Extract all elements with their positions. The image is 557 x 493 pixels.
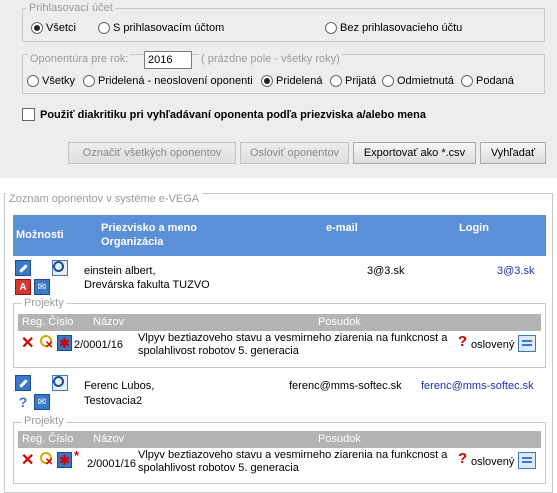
export-csv-button[interactable]: Exportovať ako *.csv bbox=[353, 142, 476, 164]
radio-status-not-contacted[interactable]: Pridelená - neoslovení oponenti bbox=[83, 75, 253, 87]
required-marker: * bbox=[74, 448, 80, 463]
radio-circle[interactable] bbox=[98, 22, 110, 34]
diacritics-checkbox[interactable] bbox=[22, 108, 35, 121]
review-icon[interactable] bbox=[518, 452, 536, 469]
radio-status-accepted[interactable]: Prijatá bbox=[330, 75, 376, 87]
radio-status-declined[interactable]: Odmietnutá bbox=[382, 75, 454, 87]
diacritics-option[interactable]: Použiť diakritiku pri vyhľadávaní oponen… bbox=[22, 108, 426, 121]
search-icon[interactable] bbox=[52, 375, 68, 391]
list-header: Možnosti Priezvisko a meno Organizácia e… bbox=[13, 215, 546, 256]
radio-circle[interactable] bbox=[83, 75, 95, 87]
radio-circle[interactable] bbox=[325, 22, 337, 34]
radio-circle[interactable] bbox=[461, 75, 473, 87]
project-status: oslovený bbox=[471, 456, 515, 468]
radio-label: Všetci bbox=[46, 22, 76, 34]
col-title: Názov bbox=[93, 433, 125, 445]
search-icon[interactable] bbox=[52, 260, 68, 276]
key-icon[interactable] bbox=[40, 452, 54, 468]
radio-circle[interactable] bbox=[27, 75, 39, 87]
col-name: Priezvisko a meno bbox=[101, 222, 197, 234]
radio-label: Podaná bbox=[476, 75, 514, 87]
filter-panel: Prihlasovací účet Všetci S prihlasovacím… bbox=[0, 0, 557, 178]
project-title-line2: spolahlivost robotov 5. generacia bbox=[138, 345, 299, 357]
delete-icon[interactable]: ✕ bbox=[21, 453, 34, 469]
project-title-line2: spolahlivost robotov 5. generacia bbox=[138, 462, 299, 474]
star-icon[interactable]: ✱ bbox=[57, 335, 72, 351]
diacritics-label: Použiť diakritiku pri vyhľadávaní oponen… bbox=[40, 108, 427, 121]
opponent-org: Drevárska fakulta TUZVO bbox=[84, 279, 210, 291]
radio-label: Pridelená - neoslovení oponenti bbox=[98, 75, 253, 87]
projects-header: Reg. Číslo Názov Posudok bbox=[18, 314, 541, 331]
col-reg: Reg. Číslo bbox=[22, 316, 74, 328]
col-review: Posudok bbox=[318, 433, 361, 445]
radio-status-assigned[interactable]: Pridelená bbox=[261, 75, 322, 87]
radio-circle[interactable] bbox=[261, 75, 273, 87]
review-icon[interactable] bbox=[518, 335, 536, 352]
radio-status-all[interactable]: Všetky bbox=[27, 75, 75, 87]
delete-icon[interactable]: ✕ bbox=[21, 336, 34, 352]
assign-icon[interactable]: A bbox=[15, 279, 31, 295]
search-button[interactable]: Vyhľadať bbox=[480, 142, 546, 164]
radio-label: Bez prihlasovacieho účtu bbox=[340, 22, 463, 34]
project-title-line1: Vlpyv beztiazoveho stavu a vesmirneho zi… bbox=[138, 449, 448, 461]
mail-icon[interactable]: ✉ bbox=[34, 394, 50, 410]
projects-header: Reg. Číslo Názov Posudok bbox=[18, 431, 541, 448]
col-title: Názov bbox=[93, 316, 125, 328]
opponent-login-link[interactable]: ferenc@mms-softec.sk bbox=[421, 379, 534, 393]
col-review: Posudok bbox=[318, 316, 361, 328]
radio-label: Pridelená bbox=[276, 75, 323, 87]
radio-circle[interactable] bbox=[31, 22, 43, 34]
opponent-email: ferenc@mms-softec.sk bbox=[289, 380, 402, 392]
star-icon[interactable]: ✱ bbox=[57, 452, 72, 468]
radio-without-account[interactable]: Bez prihlasovacieho účtu bbox=[325, 22, 462, 34]
radio-label: Prijatá bbox=[345, 75, 377, 87]
opponent-org: Testovacia2 bbox=[84, 395, 143, 407]
radio-circle[interactable] bbox=[330, 75, 342, 87]
edit-icon[interactable] bbox=[15, 375, 31, 391]
project-title-line1: Vlpyv beztiazoveho stavu a vesmirneho zi… bbox=[138, 332, 448, 344]
projects-legend: Projekty bbox=[22, 415, 66, 427]
col-options: Možnosti bbox=[16, 229, 64, 241]
radio-all-accounts[interactable]: Všetci bbox=[31, 22, 76, 34]
opponent-login-link[interactable]: 3@3.sk bbox=[497, 264, 534, 278]
year-hint: ( prázdne pole - všetky roky) bbox=[199, 53, 342, 65]
radio-label: S prihlasovacím účtom bbox=[113, 22, 225, 34]
radio-label: Všetky bbox=[42, 75, 76, 87]
radio-circle[interactable] bbox=[382, 75, 394, 87]
col-org: Organizácia bbox=[101, 236, 164, 248]
help-icon[interactable]: ? bbox=[15, 394, 31, 410]
radio-status-submitted[interactable]: Podaná bbox=[461, 75, 514, 87]
mark-all-button[interactable]: Označiť všetkých oponentov bbox=[68, 142, 236, 164]
projects-legend: Projekty bbox=[22, 297, 66, 309]
col-reg: Reg. Číslo bbox=[22, 433, 74, 445]
year-input[interactable] bbox=[144, 51, 192, 69]
contact-opponents-button[interactable]: Osloviť oponentov bbox=[240, 142, 349, 164]
opponent-list-legend: Zoznam oponentov v systéme e-VEGA bbox=[6, 193, 203, 205]
account-group-legend: Prihlasovací účet bbox=[29, 2, 113, 14]
question-icon[interactable]: ? bbox=[458, 333, 467, 350]
project-status: oslovený bbox=[471, 339, 515, 351]
radio-with-account[interactable]: S prihlasovacím účtom bbox=[98, 22, 224, 34]
question-icon[interactable]: ? bbox=[458, 450, 467, 467]
opponent-name: einstein albert, bbox=[84, 265, 156, 277]
opponent-email: 3@3.sk bbox=[367, 265, 405, 277]
radio-label: Odmietnutá bbox=[397, 75, 454, 87]
mail-icon[interactable]: ✉ bbox=[34, 279, 50, 295]
edit-icon[interactable] bbox=[15, 260, 31, 276]
opponent-name: Ferenc Lubos, bbox=[84, 380, 155, 392]
year-group-legend: Oponentúra pre rok: bbox=[28, 53, 131, 65]
project-reg-number: 2/0001/16 bbox=[74, 339, 123, 351]
col-email: e-mail bbox=[326, 222, 358, 234]
project-reg-number: 2/0001/16 bbox=[87, 458, 136, 470]
col-login: Login bbox=[459, 222, 489, 234]
key-icon[interactable] bbox=[40, 335, 54, 351]
